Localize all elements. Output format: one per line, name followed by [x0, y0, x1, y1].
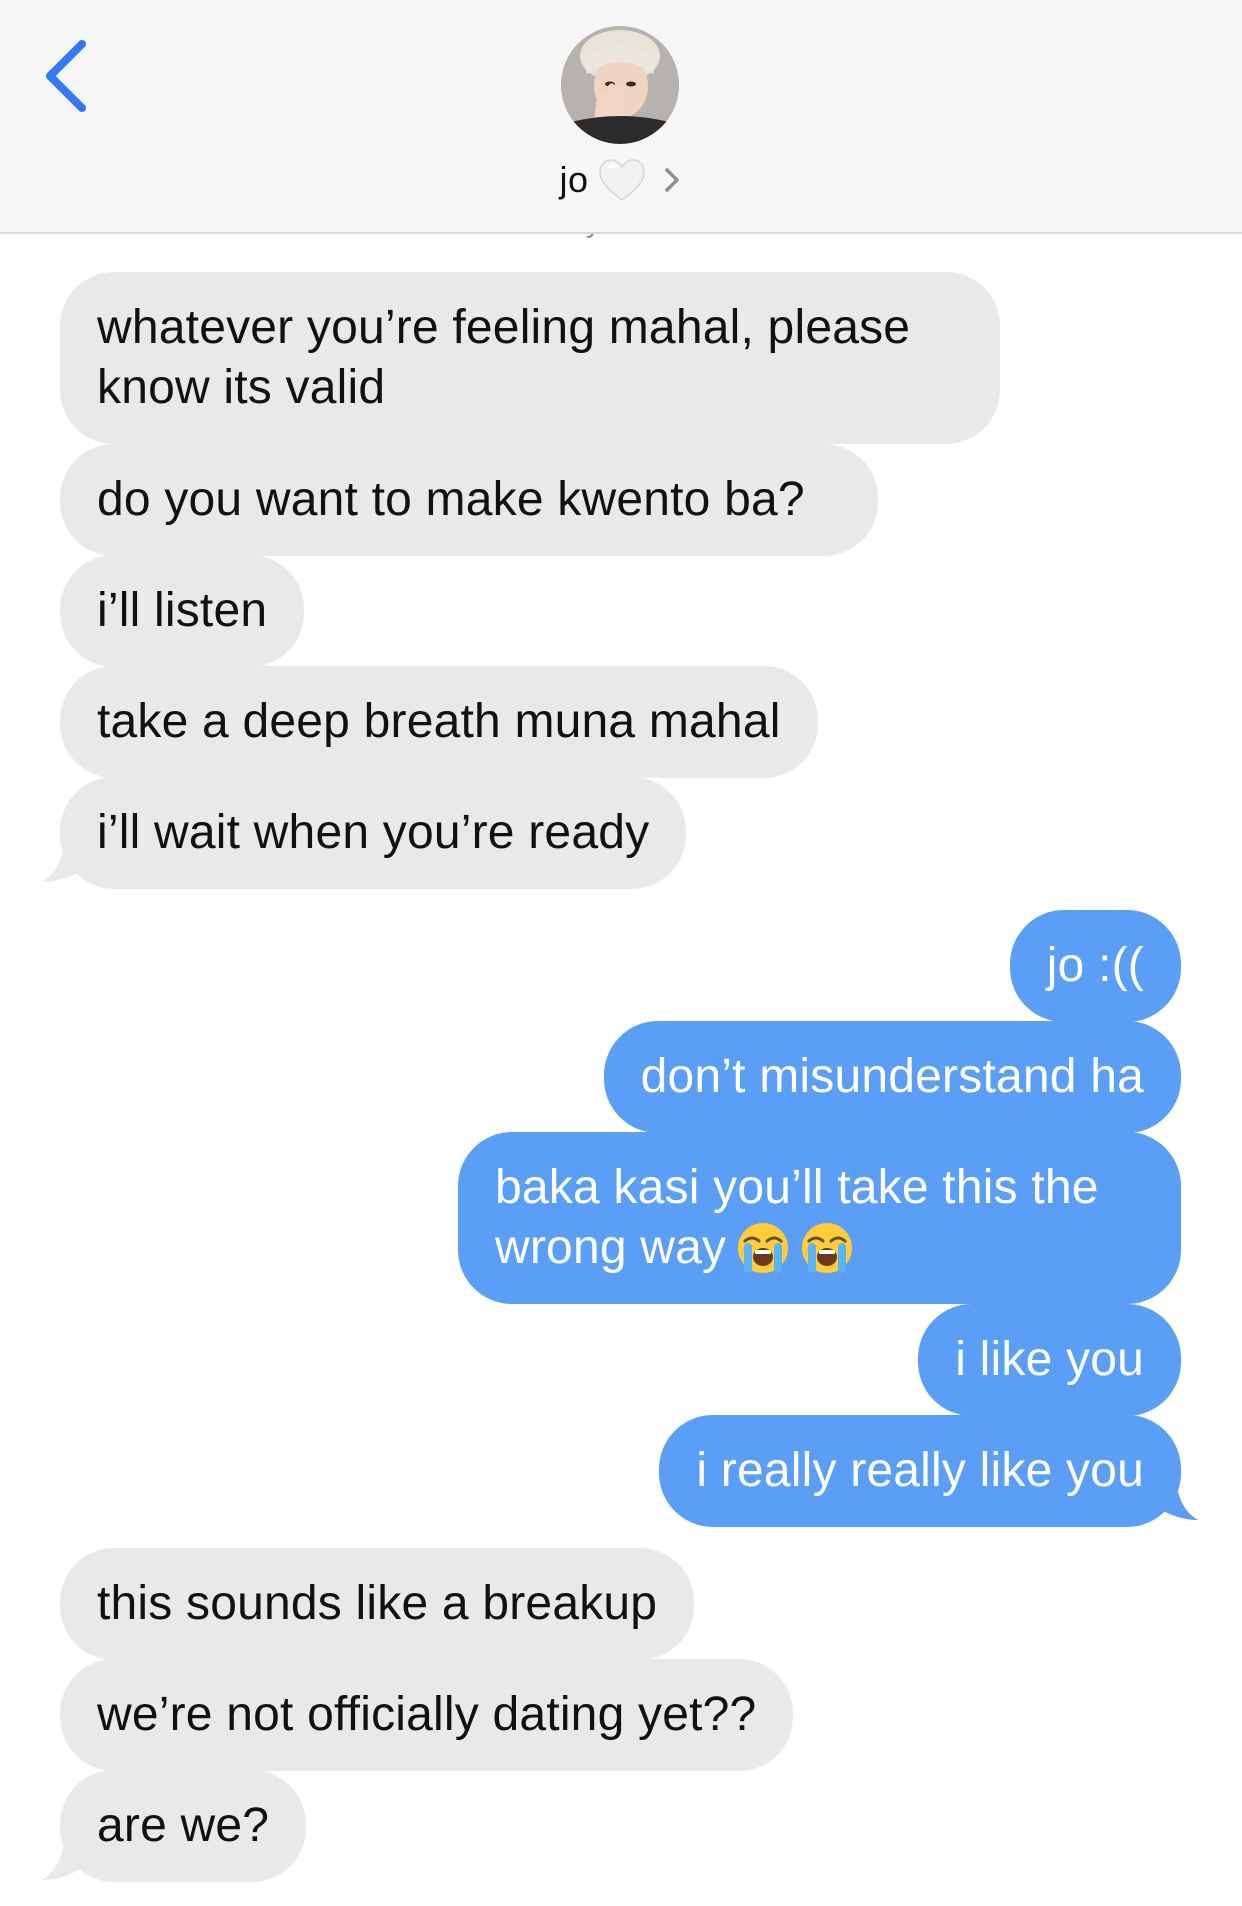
message-text: i really really like you [696, 1444, 1144, 1497]
message-text: we’re not officially dating yet?? [97, 1688, 757, 1741]
message-text: take a deep breath muna mahal [97, 695, 781, 748]
message-text: jo :(( [1046, 939, 1144, 992]
message-text: i’ll wait when you’re ready [97, 806, 650, 859]
contact-details-button[interactable]: jo [0, 150, 1242, 210]
message-bubble-received[interactable]: i’ll listen [60, 555, 305, 667]
heart-icon [598, 159, 645, 201]
message-text: this sounds like a breakup [97, 1577, 658, 1630]
message-bubble-received[interactable]: this sounds like a breakup [60, 1548, 695, 1660]
message-bubble-received[interactable]: i’ll wait when you’re ready [60, 777, 687, 889]
message-bubble-sent[interactable]: i like you [918, 1304, 1181, 1416]
message-bubble-received[interactable]: are we? [60, 1770, 307, 1882]
message-bubble-sent[interactable]: baka kasi you’ll take this the wrong way [458, 1132, 1181, 1304]
message-text: don’t misunderstand ha [640, 1050, 1144, 1103]
back-button[interactable] [40, 36, 100, 116]
message-text: baka kasi you’ll take this the wrong way [495, 1161, 1099, 1274]
message-text: whatever you’re feeling mahal, please kn… [97, 301, 911, 414]
message-bubble-sent[interactable]: jo :(( [1009, 910, 1181, 1022]
message-text: are we? [97, 1799, 270, 1852]
loudly-crying-face-icon [738, 1223, 789, 1273]
contact-name: jo [559, 159, 589, 200]
message-bubble-received[interactable]: whatever you’re feeling mahal, please kn… [60, 272, 1000, 444]
message-text: i like you [955, 1333, 1144, 1386]
message-text: i’ll listen [97, 584, 268, 637]
message-bubble-received[interactable]: take a deep breath muna mahal [60, 666, 818, 778]
message-bubble-sent[interactable]: i really really like you [659, 1415, 1181, 1527]
message-bubble-sent[interactable]: don’t misunderstand ha [603, 1021, 1181, 1133]
message-thread: whatever you’re feeling mahal, please kn… [0, 0, 1242, 1906]
bubble-tail-received [42, 844, 82, 882]
bubble-tail-received [42, 1842, 82, 1880]
chevron-right-icon [664, 168, 679, 192]
loudly-crying-face-icon [802, 1223, 853, 1273]
message-bubble-received[interactable]: we’re not officially dating yet?? [60, 1659, 794, 1771]
bubble-tail-sent [1158, 1482, 1198, 1520]
message-bubble-received[interactable]: do you want to make kwento ba? [60, 444, 878, 556]
conversation-header: jo [0, 0, 1242, 234]
chevron-left-icon [46, 40, 86, 112]
contact-avatar[interactable] [561, 26, 679, 144]
message-text: do you want to make kwento ba? [97, 473, 805, 526]
